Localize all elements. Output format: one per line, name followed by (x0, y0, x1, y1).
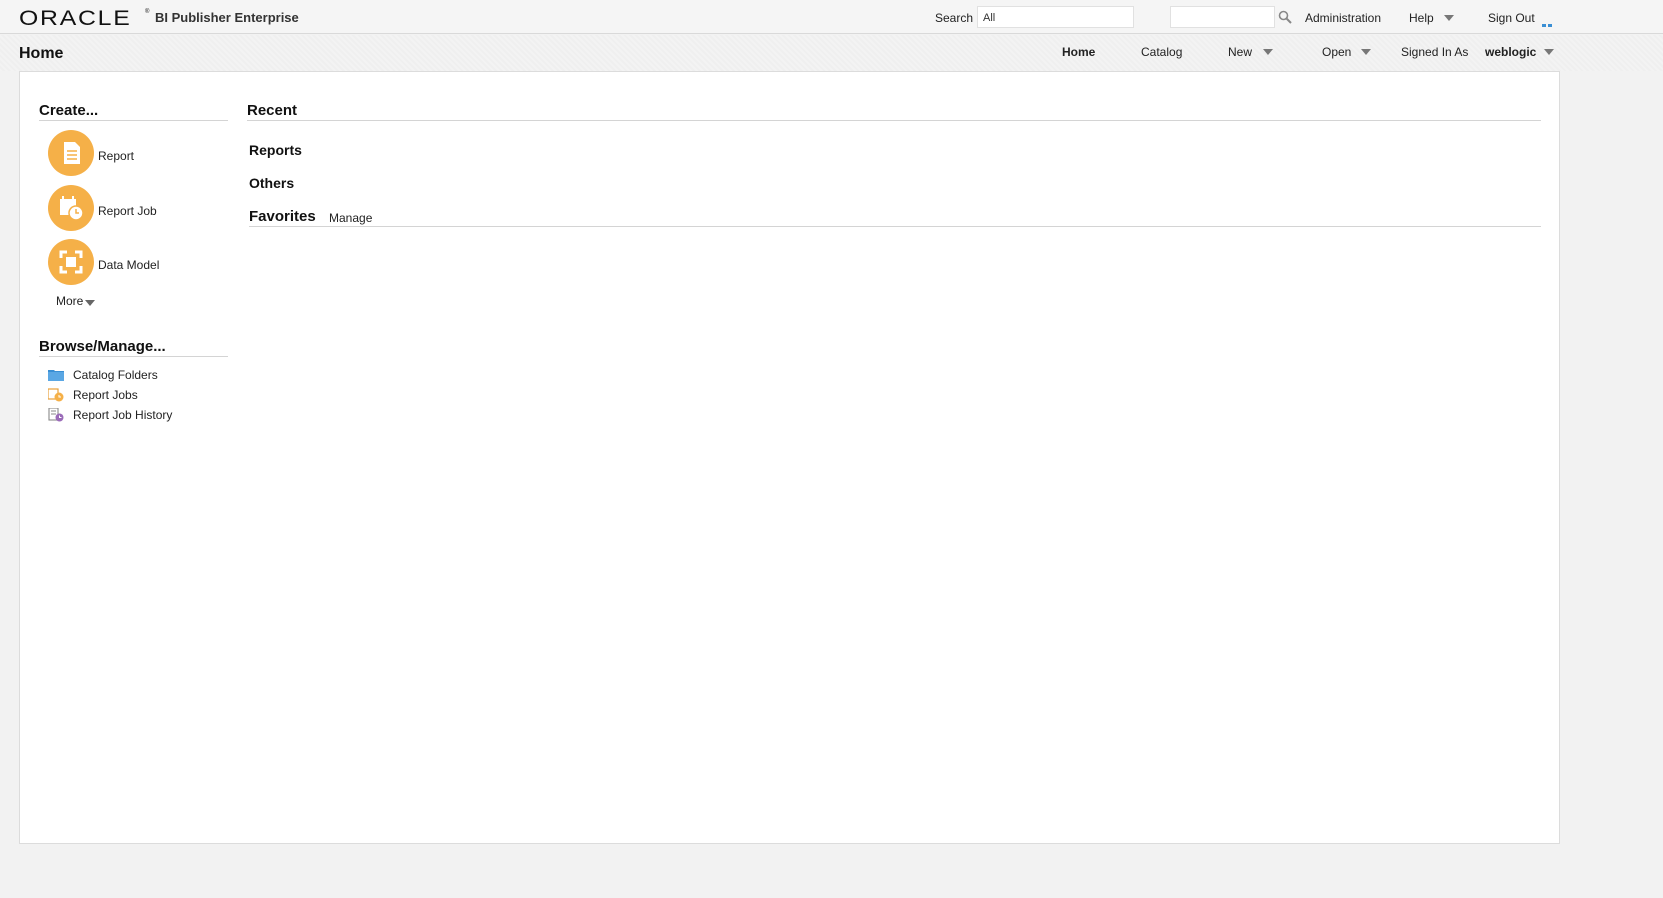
favorites-divider (249, 226, 1541, 227)
create-report-job-button[interactable]: Report Job (48, 185, 228, 231)
report-jobs-label: Report Jobs (73, 388, 138, 402)
recent-others-heading: Others (249, 175, 295, 191)
create-report-job-label: Report Job (98, 204, 157, 218)
sign-out-link[interactable]: Sign Out (1488, 11, 1535, 25)
user-menu[interactable]: weblogic (1485, 45, 1536, 59)
create-report-label: Report (98, 149, 135, 163)
browse-report-job-history-link[interactable]: Report Job History (48, 407, 248, 423)
browse-section-title: Browse/Manage... (39, 338, 166, 355)
folder-icon (48, 370, 64, 381)
report-job-calendar-icon (48, 185, 94, 231)
nav-open-menu[interactable]: Open (1322, 45, 1351, 59)
favorites-manage-link[interactable]: Manage (329, 211, 372, 225)
browse-catalog-folders-link[interactable]: Catalog Folders (48, 367, 248, 383)
more-options-icon[interactable] (1542, 16, 1559, 41)
user-chevron-down-icon[interactable] (1544, 49, 1554, 55)
browse-divider (39, 356, 228, 357)
nav-new-menu[interactable]: New (1228, 45, 1252, 59)
report-job-history-icon (48, 408, 64, 422)
recent-section-title: Recent (247, 102, 298, 119)
global-header: ORACLE ® BI Publisher Enterprise Search … (0, 0, 1663, 41)
report-document-icon (48, 130, 94, 176)
help-menu[interactable]: Help (1409, 11, 1434, 25)
search-icon[interactable] (1278, 10, 1292, 24)
signed-in-as-label: Signed In As (1401, 45, 1469, 59)
oracle-logo: ORACLE (19, 7, 132, 30)
create-data-model-label: Data Model (98, 258, 160, 272)
create-data-model-button[interactable]: Data Model (48, 239, 228, 285)
create-section-title: Create... (39, 102, 99, 119)
recent-divider (247, 120, 1541, 121)
report-jobs-icon (48, 388, 64, 402)
create-more-menu[interactable]: More (56, 294, 83, 308)
create-divider (39, 120, 228, 121)
recent-reports-heading: Reports (249, 142, 302, 158)
registered-mark: ® (145, 9, 150, 15)
browse-report-jobs-link[interactable]: Report Jobs (48, 387, 248, 403)
nav-catalog[interactable]: Catalog (1141, 45, 1182, 59)
open-chevron-down-icon[interactable] (1361, 49, 1371, 55)
help-chevron-down-icon[interactable] (1444, 15, 1454, 21)
favorites-section-title: Favorites (249, 208, 316, 225)
nav-home[interactable]: Home (1062, 45, 1095, 59)
create-report-button[interactable]: Report (48, 130, 228, 176)
catalog-folders-label: Catalog Folders (73, 368, 158, 382)
report-job-history-label: Report Job History (73, 408, 173, 422)
more-label: More (56, 294, 84, 308)
page-title: Home (19, 45, 64, 62)
page-navbar: Home Home Catalog New Open Signed In As … (0, 35, 1663, 71)
home-content-panel: Create... Report Report Job Data Model M… (19, 71, 1560, 844)
data-model-icon (48, 239, 94, 285)
search-label: Search (935, 11, 974, 25)
search-scope-select[interactable]: All (977, 6, 1134, 28)
search-input[interactable] (1170, 6, 1275, 28)
administration-link[interactable]: Administration (1305, 11, 1381, 25)
more-chevron-down-icon[interactable] (85, 300, 95, 306)
new-chevron-down-icon[interactable] (1263, 49, 1273, 55)
product-name: BI Publisher Enterprise (155, 10, 299, 25)
